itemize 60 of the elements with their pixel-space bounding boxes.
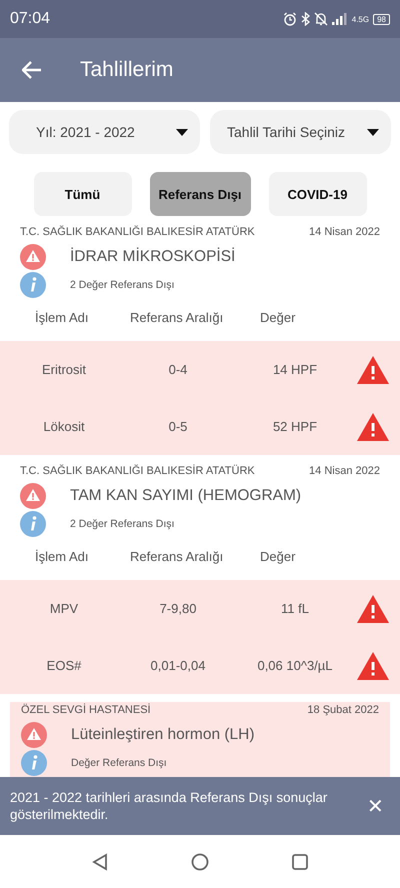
column-header: Değer <box>260 310 296 325</box>
bluetooth-icon <box>300 12 310 26</box>
hospital-name: T.C. SAĞLIK BAKANLIĞI BALIKESİR ATATÜRK <box>20 226 255 238</box>
network-type: 4.5G <box>352 14 370 24</box>
muted-bell-icon <box>314 12 328 26</box>
recents-icon[interactable] <box>291 852 309 870</box>
table-cell-text: 7-9,80 <box>158 601 198 616</box>
battery-level: 98 <box>373 14 390 24</box>
warning-icon <box>21 722 47 748</box>
filter-button[interactable]: COVID-19 <box>268 172 366 216</box>
hospital-name: T.C. SAĞLIK BAKANLIĞI BALIKESİR ATATÜRK <box>20 465 255 477</box>
result-summary: 2 Değer Referans Dışı <box>70 279 174 291</box>
warning-icon <box>20 483 46 509</box>
result-card[interactable]: T.C. SAĞLIK BAKANLIĞI BALIKESİR ATATÜRK 14 Nisan 2022 İDRAR MİKROSKOPİSİ 2 Değer Referans Dışı İşlem Adı Referans Aralığı Değer Eritrosit 0-4 14 HPF Lökosit 0-5 52 HPF <box>0 226 400 455</box>
info-icon <box>20 511 46 537</box>
back-icon[interactable] <box>91 852 109 870</box>
status-time: 07:04 <box>10 10 50 28</box>
table-cell-text: Lökosit <box>42 419 86 434</box>
table-cell-text: 0,06 10^3/µL <box>256 658 334 673</box>
table-cell-text: 14 HPF <box>272 362 318 377</box>
table-cell-text: Eritrosit <box>40 362 88 377</box>
info-icon <box>21 750 47 776</box>
column-header: Referans Aralığı <box>130 310 224 325</box>
table-cell-text: 52 HPF <box>272 419 318 434</box>
result-date: 18 Şubat 2022 <box>307 704 379 716</box>
caret-icon <box>367 128 379 136</box>
home-icon[interactable] <box>191 852 209 870</box>
dropdown[interactable]: Tahlil Tarihi Seçiniz <box>210 110 391 154</box>
result-card[interactable]: T.C. SAĞLIK BAKANLIĞI BALIKESİR ATATÜRK 14 Nisan 2022 TAM KAN SAYIMI (HEMOGRAM) 2 Değer Referans Dışı İşlem Adı Referans Aralığı Değer MPV 7-9,80 11 fL EOS# 0,01-0,04 0,06 10^3/µL <box>0 465 400 694</box>
test-title: İDRAR MİKROSKOPİSİ <box>70 248 236 266</box>
result-summary: 2 Değer Referans Dışı <box>70 518 174 530</box>
result-date: 14 Nisan 2022 <box>309 465 380 477</box>
result-date: 14 Nisan 2022 <box>309 226 380 238</box>
screen-title: Tahlillerim <box>80 58 174 82</box>
table-cell-text: EOS# <box>46 658 82 673</box>
table-cell-text: 0,01-0,04 <box>150 658 206 673</box>
alarm-icon <box>282 12 297 26</box>
column-header: İşlem Adı <box>35 549 90 564</box>
back-icon[interactable] <box>22 61 42 79</box>
info-icon <box>20 272 46 298</box>
column-header: İşlem Adı <box>35 310 90 325</box>
test-title: Lüteinleştiren hormon (LH) <box>71 726 255 744</box>
column-header: Referans Aralığı <box>130 549 224 564</box>
table-cell-text: 11 fL <box>280 601 310 616</box>
filter-button[interactable]: Tümü <box>34 172 132 216</box>
caret-icon <box>176 128 188 136</box>
filter-button[interactable]: Referans Dışı <box>150 172 250 216</box>
result-summary: Değer Referans Dışı <box>71 757 167 769</box>
warning-icon <box>20 244 46 270</box>
test-title: TAM KAN SAYIMI (HEMOGRAM) <box>70 487 302 505</box>
signal-icon <box>332 13 348 25</box>
table-cell-text: 0-4 <box>168 362 188 377</box>
table-cell-text: MPV <box>48 601 80 616</box>
hospital-name: ÖZEL SEVGİ HASTANESİ <box>21 704 151 716</box>
snackbar-message: 2021 - 2022 tarihleri arasında Referans Dışı sonuçlar gösterilmektedir. <box>10 789 328 823</box>
dropdown[interactable]: Yıl: 2021 - 2022 <box>9 110 200 154</box>
result-card[interactable]: ÖZEL SEVGİ HASTANESİ 18 Şubat 2022 Lüteinleştiren hormon (LH) Değer Referans Dışı <box>10 702 390 777</box>
table-cell-text: 0-5 <box>168 419 188 434</box>
close-button[interactable]: ✕ <box>363 794 388 818</box>
column-header: Değer <box>260 549 296 564</box>
